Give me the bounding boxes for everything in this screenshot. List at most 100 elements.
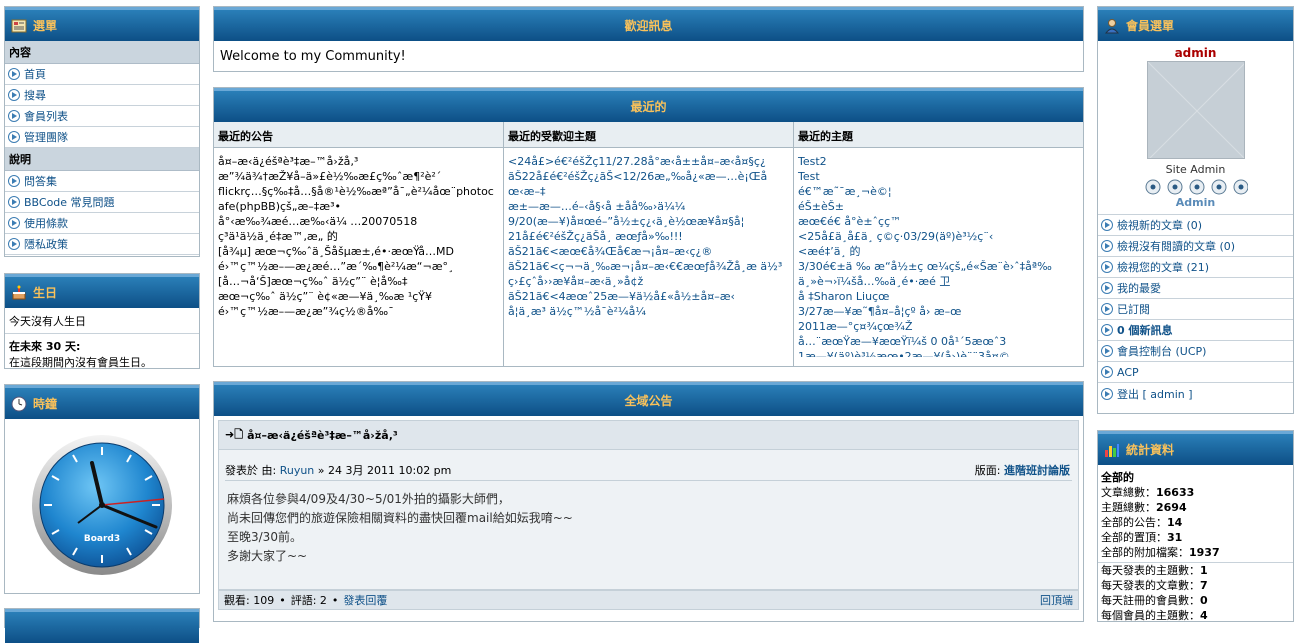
arrow-circle-icon xyxy=(8,89,20,101)
ucp-link[interactable]: 會員控制台 (UCP) xyxy=(1098,341,1293,362)
stat-daily-users: 每天註冊的會員數：0 xyxy=(1101,594,1208,607)
global-topic-bar[interactable]: ➜🗋 å¤–æ‹ä¿éšªè³‡æ–™å›žå‚³ xyxy=(218,420,1079,450)
arrow-circle-icon xyxy=(1101,303,1113,315)
clock-brand: Board3 xyxy=(84,534,120,544)
stat-attachments: 全部的附加檔案：1937 xyxy=(1098,545,1293,563)
menu-header: 選單 xyxy=(5,7,199,41)
stat-announcements: 全部的公告：14 xyxy=(1101,516,1183,529)
global-footer: 觀看: 109 • 評語: 2 • 發表回覆 回頂端 xyxy=(218,590,1079,610)
recent-panel: 最近的 最近的公告 å¤–æ‹ä¿éšªè³‡æ–™å›žå‚³ æ”¾ä¾†æ… xyxy=(213,87,1084,367)
arrow-circle-icon xyxy=(8,68,20,80)
post-author-link[interactable]: Ruyun xyxy=(280,464,315,477)
menu-panel: 選單 內容 首頁 搜尋 會員列表 管理團隊 說明 問答集 BBCode 常見問題… xyxy=(4,6,200,257)
birthday-next-label: 在未來 30 天: xyxy=(9,340,81,353)
footer-separator: • xyxy=(279,593,286,607)
arrow-circle-icon xyxy=(1101,261,1113,273)
stats-section: 全部的 xyxy=(1101,471,1134,484)
view-new-posts[interactable]: 檢視新的文章 (0) xyxy=(1098,215,1293,236)
menu-section-help: 說明 xyxy=(5,148,199,171)
stat-daily-posts: 每天發表的文章數：7 xyxy=(1101,579,1208,592)
logout-link[interactable]: 登出 [ admin ] xyxy=(1098,383,1293,404)
recent-header: 最近的 xyxy=(214,88,1083,122)
avatar xyxy=(1146,61,1245,159)
recent-popular-list[interactable]: <24å£>é€²éšŽç11/27.28å°æ‹å±±å¤–æ‹å¤§ç¿ ã… xyxy=(504,148,793,357)
bookmarks[interactable]: 我的最愛 xyxy=(1098,278,1293,299)
arrow-circle-icon xyxy=(8,131,20,143)
global-header: 全域公告 xyxy=(214,382,1083,416)
birthday-title: 生日 xyxy=(33,286,58,300)
arrow-circle-icon xyxy=(1101,345,1113,357)
arrow-circle-icon xyxy=(8,217,20,229)
acp-link[interactable]: ACP xyxy=(1098,362,1293,383)
user-menu-panel: 會員選單 admin Site Admin Admin 檢視新的文章 (0) 檢… xyxy=(1097,6,1294,414)
welcome-text: Welcome to my Community! xyxy=(220,49,406,64)
new-messages[interactable]: 0 個新訊息 xyxy=(1098,320,1293,341)
birthday-next-text: 在這段期間內沒有會員生日。 xyxy=(9,356,152,369)
recent-announcements-list[interactable]: å¤–æ‹ä¿éšªè³‡æ–™å›žå‚³ æ”¾ä¾†æŽ¥å–ä»£è½‰… xyxy=(214,148,503,357)
arrow-circle-icon xyxy=(1101,219,1113,231)
recent-popular-column: 最近的受歡迎主題 <24å£>é€²éšŽç11/27.28å°æ‹å±±å¤–… xyxy=(504,122,794,366)
post-separator xyxy=(225,480,1072,481)
arrow-circle-icon xyxy=(1101,387,1113,400)
menu-item-terms[interactable]: 使用條款 xyxy=(5,213,199,234)
analog-clock: Board3 xyxy=(30,433,174,577)
rank-label: Admin xyxy=(1175,196,1216,209)
clock-panel: 時鐘 Board3 xyxy=(4,384,200,594)
recent-topics-head: 最近的主題 xyxy=(794,122,1083,148)
left-extra-panel xyxy=(4,608,200,643)
recent-topics-list[interactable]: Test2 Test é€™æ˜¯æ¸¬è©¦ éŠ±èŠ± æœ€é€ å°è… xyxy=(794,148,1083,357)
user-rank: Site Admin xyxy=(1165,163,1226,176)
user-menu-header: 會員選單 xyxy=(1098,7,1293,41)
menu-icon xyxy=(11,18,27,34)
recent-announcements-head: 最近的公告 xyxy=(214,122,503,148)
topic-arrow-icon: ➜🗋 xyxy=(225,427,244,441)
stats-panel: 統計資料 全部的 文章總數：16633 主題總數：2694 全部的公告：14 全… xyxy=(1097,430,1294,622)
username[interactable]: admin xyxy=(1098,46,1293,60)
birthday-panel: 生日 今天沒有人生日 在未來 30 天: 在這段期間內沒有會員生日。 xyxy=(4,273,200,369)
post-reply-link[interactable]: 發表回覆 xyxy=(343,592,387,608)
view-your-posts[interactable]: 檢視您的文章 (21) xyxy=(1098,257,1293,278)
welcome-header: 歡迎訊息 xyxy=(214,7,1083,41)
menu-item-faq[interactable]: 問答集 xyxy=(5,171,199,192)
back-to-top-link[interactable]: 回頂端 xyxy=(1040,592,1073,608)
global-topic-title: å¤–æ‹ä¿éšªè³‡æ–™å›žå‚³ xyxy=(247,428,398,442)
welcome-panel: 歡迎訊息 Welcome to my Community! xyxy=(213,6,1084,72)
stat-daily-topics: 每天發表的主題數：1 xyxy=(1101,564,1208,577)
stat-posts: 文章總數：16633 xyxy=(1101,486,1195,499)
post-forum-link[interactable]: 進階班討論版 xyxy=(1004,464,1070,477)
menu-section-content: 內容 xyxy=(5,41,199,64)
arrow-circle-icon xyxy=(8,175,20,187)
arrow-circle-icon xyxy=(1101,324,1113,336)
cake-icon xyxy=(11,285,27,301)
footer-separator: • xyxy=(331,593,339,607)
menu-item-search[interactable]: 搜尋 xyxy=(5,85,199,106)
stats-title: 統計資料 xyxy=(1126,443,1175,457)
menu-item-home[interactable]: 首頁 xyxy=(5,64,199,85)
arrow-circle-icon xyxy=(1101,240,1113,252)
post-forum: 版面: 進階班討論版 xyxy=(974,464,1070,477)
post-content: 麻煩各位參與4/09及4/30~5/01外拍的攝影大師們， 尚未回傳您們的旅遊保… xyxy=(227,492,573,563)
birthday-header: 生日 xyxy=(5,274,199,308)
menu-item-team[interactable]: 管理團隊 xyxy=(5,127,199,148)
user-menu-title: 會員選單 xyxy=(1126,19,1175,33)
arrow-circle-icon xyxy=(1101,282,1113,294)
recent-popular-head: 最近的受歡迎主題 xyxy=(504,122,793,148)
menu-title: 選單 xyxy=(33,19,58,33)
stat-topics-per-user: 每個會員的主題數：4 xyxy=(1101,609,1208,622)
user-icon xyxy=(1104,18,1120,34)
left-extra-header xyxy=(5,609,199,643)
footer-views: 觀看: 109 xyxy=(224,594,275,607)
post-meta: 發表於 由: Ruyun » 24 3月 2011 10:02 pm xyxy=(225,464,452,477)
global-post-body: 發表於 由: Ruyun » 24 3月 2011 10:02 pm 版面: 進… xyxy=(218,450,1079,590)
stats-header: 統計資料 xyxy=(1098,431,1293,465)
menu-item-memberlist[interactable]: 會員列表 xyxy=(5,106,199,127)
menu-item-privacy[interactable]: 隱私政策 xyxy=(5,234,199,255)
view-unread-posts[interactable]: 檢視沒有閱讀的文章 (0) xyxy=(1098,236,1293,257)
birthday-today: 今天沒有人生日 xyxy=(5,308,199,334)
arrow-circle-icon xyxy=(8,196,20,208)
recent-announcements-column: 最近的公告 å¤–æ‹ä¿éšªè³‡æ–™å›žå‚³ æ”¾ä¾†æŽ¥å–… xyxy=(214,122,504,366)
rank-stars xyxy=(1098,178,1293,196)
menu-item-bbcode[interactable]: BBCode 常見問題 xyxy=(5,192,199,213)
subscribed[interactable]: 已訂閱 xyxy=(1098,299,1293,320)
footer-replies: 評語: 2 xyxy=(290,594,327,607)
